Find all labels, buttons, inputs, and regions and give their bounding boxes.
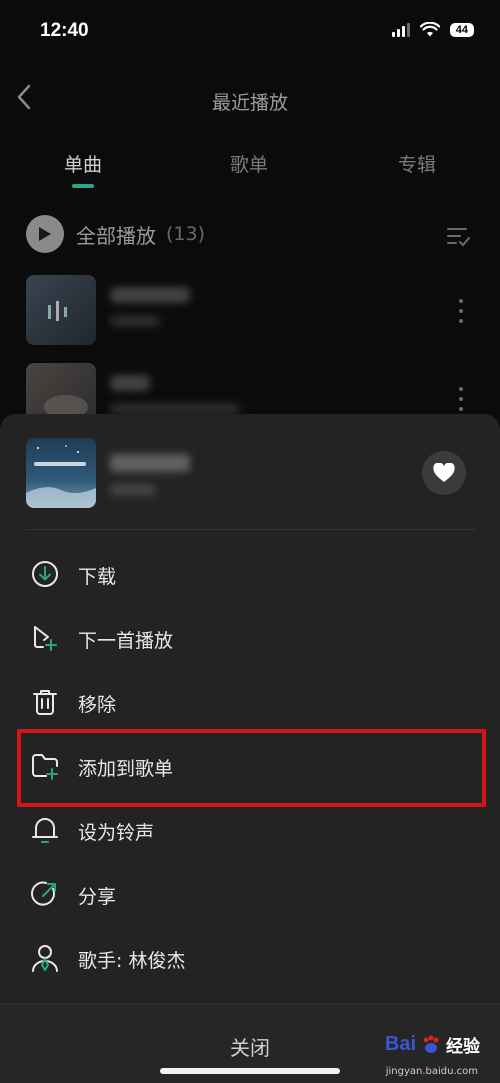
highlight-annotation — [17, 729, 486, 807]
menu-item-share[interactable]: 分享 — [0, 862, 500, 926]
song-title-blurred — [110, 375, 150, 391]
battery-indicator: 44 — [449, 22, 474, 37]
home-indicator — [160, 1068, 340, 1074]
page-title: 最近播放 — [211, 92, 288, 114]
recent-plays-page: 最近播放 单曲 歌单 专辑 全部播放 (13) — [0, 60, 500, 433]
play-all-count: (13) — [166, 223, 206, 245]
active-tab-indicator — [72, 184, 94, 188]
tab-playlists[interactable]: 歌单 — [230, 150, 268, 177]
baidu-jingyan-logo: Bai 经验 — [385, 1032, 480, 1057]
download-icon — [32, 561, 58, 587]
more-options-icon[interactable] — [458, 299, 464, 323]
logo-text: Bai — [384, 1033, 416, 1055]
selected-song — [26, 438, 476, 510]
menu-item-label: 移除 — [78, 694, 117, 716]
song-row[interactable] — [26, 275, 476, 347]
song-artist-blurred — [110, 315, 160, 327]
like-button[interactable] — [422, 451, 466, 495]
status-icons: 44 — [391, 22, 474, 37]
share-icon — [31, 881, 56, 906]
menu-item-artist[interactable]: 歌手: 林俊杰 — [0, 926, 500, 990]
play-all-button[interactable]: 全部播放 (13) — [26, 215, 205, 253]
play-next-icon — [34, 626, 57, 651]
more-options-icon[interactable] — [458, 387, 464, 411]
menu-item-label: 歌手: 林俊杰 — [78, 950, 186, 972]
menu-item-remove[interactable]: 移除 — [0, 670, 500, 734]
wifi-icon — [419, 22, 440, 37]
menu-item-label: 分享 — [78, 886, 117, 908]
divider — [26, 529, 476, 530]
album-cover — [26, 275, 96, 345]
menu-item-play-next[interactable]: 下一首播放 — [0, 606, 500, 670]
menu-item-download[interactable]: 下载 — [0, 542, 500, 606]
tab-singles[interactable]: 单曲 — [64, 150, 102, 177]
song-artist-blurred — [110, 484, 156, 496]
heart-icon — [433, 463, 455, 482]
menu-item-set-ringtone[interactable]: 设为铃声 — [0, 798, 500, 862]
artist-icon — [32, 945, 58, 972]
multi-select-icon[interactable] — [446, 225, 470, 247]
trash-icon — [33, 690, 57, 715]
play-all-label: 全部播放 — [76, 223, 156, 248]
play-icon — [26, 215, 64, 253]
song-title-blurred — [110, 287, 190, 303]
song-title-blurred — [110, 454, 190, 472]
menu-item-label: 下一首播放 — [78, 630, 174, 652]
status-time: 12:40 — [40, 20, 89, 41]
cellular-signal-icon — [391, 22, 410, 37]
logo-text-2: 经验 — [446, 1037, 480, 1056]
paw-icon — [423, 1035, 439, 1053]
menu-item-label: 下载 — [78, 566, 117, 588]
status-bar: 12:40 44 — [0, 0, 500, 60]
tab-albums[interactable]: 专辑 — [398, 150, 436, 177]
close-bar: 关闭 Bai 经验 jingyan.baidu.com — [0, 1003, 500, 1083]
album-cover — [26, 438, 96, 508]
bell-icon — [32, 818, 58, 843]
watermark-domain: jingyan.baidu.com — [385, 1066, 478, 1077]
menu-item-label: 设为铃声 — [78, 822, 155, 844]
